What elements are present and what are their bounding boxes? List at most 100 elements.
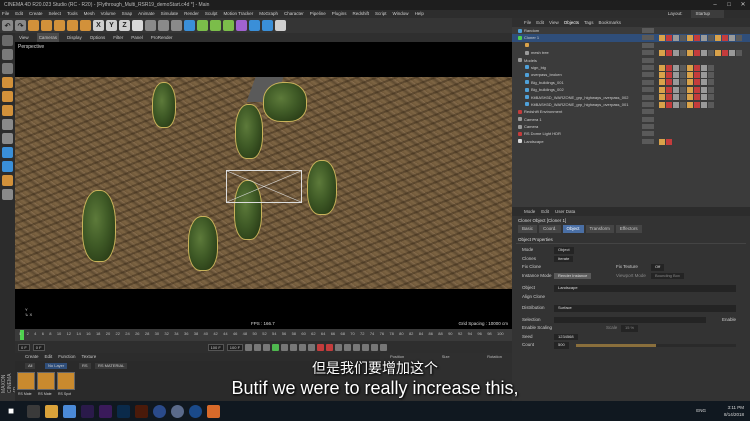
material-filter-rs-material[interactable]: RS MATERIAL <box>95 363 128 369</box>
tag-icon[interactable] <box>679 79 686 86</box>
viewport-menu-cameras[interactable]: Cameras <box>36 33 59 42</box>
menu-render[interactable]: Render <box>184 10 199 18</box>
record-icon[interactable] <box>317 343 325 351</box>
object-name[interactable]: Big_buildings_001 <box>531 79 564 86</box>
object-name[interactable]: overpass_broken <box>531 71 562 78</box>
next-frame-icon[interactable] <box>281 343 289 351</box>
visibility-flags-icon[interactable] <box>642 94 654 100</box>
visibility-flags-icon[interactable] <box>642 72 654 78</box>
tag-icon[interactable] <box>735 49 742 56</box>
tag-icon[interactable] <box>693 94 700 101</box>
material-menu-texture[interactable]: Texture <box>82 353 97 361</box>
object-row[interactable]: KitBASH3D_WARZONE_grp_highways_overpass_… <box>512 101 750 108</box>
distribution-dropdown[interactable]: Surface <box>554 305 736 312</box>
menu-motion-tracker[interactable]: Motion Tracker <box>223 10 253 18</box>
tag-icon[interactable] <box>707 49 714 56</box>
solo-icon[interactable] <box>2 189 13 200</box>
object-name[interactable]: RS Dome Light HDR <box>524 130 561 137</box>
object-name[interactable]: Big_buildings_002 <box>531 86 564 93</box>
tag-icon[interactable] <box>672 79 679 86</box>
object-row[interactable]: Big_buildings_002 <box>512 86 750 93</box>
menu-create[interactable]: Create <box>29 10 43 18</box>
tag-icon[interactable] <box>658 49 665 56</box>
attribute-menu-mode[interactable]: Mode <box>524 207 535 216</box>
tag-icon[interactable] <box>658 138 665 145</box>
attribute-menu-user-data[interactable]: User Data <box>555 207 575 216</box>
object-row[interactable]: Camera 1 <box>512 116 750 123</box>
fix-texture-dropdown[interactable]: Off <box>651 264 665 271</box>
tag-icon[interactable] <box>728 49 735 56</box>
tag-icon[interactable] <box>700 86 707 93</box>
menu-mesh[interactable]: Mesh <box>84 10 95 18</box>
tag-icon[interactable] <box>665 49 672 56</box>
material-menu-create[interactable]: Create <box>25 353 39 361</box>
tag-icon[interactable] <box>693 86 700 93</box>
tag-icon[interactable] <box>672 72 679 79</box>
tag-icon[interactable] <box>665 94 672 101</box>
object-row[interactable]: Big_buildings_001 <box>512 79 750 86</box>
object-name[interactable]: Redshift Environment <box>524 108 562 115</box>
tag-icon[interactable] <box>735 35 742 42</box>
menu-file[interactable]: File <box>2 10 9 18</box>
tag-icon[interactable] <box>665 64 672 71</box>
cube-icon[interactable] <box>184 20 195 31</box>
enable-scaling-label[interactable]: Enable Scaling <box>522 325 552 330</box>
tag-icon[interactable] <box>707 35 714 42</box>
cloner-icon[interactable] <box>223 20 234 31</box>
previous-frame-icon[interactable] <box>263 343 271 351</box>
object-name[interactable]: Models <box>524 57 537 64</box>
live-selection-icon[interactable] <box>28 20 39 31</box>
light-icon[interactable] <box>275 20 286 31</box>
object-row[interactable]: Redshift Environment <box>512 108 750 115</box>
menu-mograph[interactable]: MoGraph <box>259 10 278 18</box>
menu-script[interactable]: Script <box>375 10 387 18</box>
tab-object[interactable]: Object <box>562 225 584 233</box>
object-menu-edit[interactable]: Edit <box>536 18 544 27</box>
tab-effectors[interactable]: Effectors <box>615 225 642 233</box>
tag-icon[interactable] <box>700 101 707 108</box>
vlc-icon[interactable] <box>207 404 220 418</box>
tag-icon[interactable] <box>665 138 672 145</box>
x-axis-icon[interactable]: X <box>93 20 104 31</box>
tag-icon[interactable] <box>665 79 672 86</box>
tag-icon[interactable] <box>686 94 693 101</box>
object-menu-bookmarks[interactable]: Bookmarks <box>599 18 622 27</box>
count-slider[interactable] <box>576 344 736 347</box>
undo-icon[interactable]: ↶ <box>2 20 13 31</box>
tag-icon[interactable] <box>700 49 707 56</box>
chrome-icon[interactable] <box>63 404 76 418</box>
app-icon[interactable] <box>171 404 184 418</box>
menu-simulate[interactable]: Simulate <box>161 10 179 18</box>
tag-icon[interactable] <box>679 101 686 108</box>
menu-edit[interactable]: Edit <box>15 10 23 18</box>
tag-icon[interactable] <box>672 94 679 101</box>
keyframe-selection-icon[interactable] <box>335 343 343 351</box>
object-row[interactable]: mesh tree <box>512 49 750 56</box>
pla-key-icon[interactable] <box>380 343 388 351</box>
redo-icon[interactable]: ↷ <box>15 20 26 31</box>
instance-mode-dropdown[interactable]: Render Instance <box>554 272 592 279</box>
param-key-icon[interactable] <box>371 343 379 351</box>
menu-select[interactable]: Select <box>49 10 62 18</box>
visibility-flags-icon[interactable] <box>642 131 654 137</box>
menu-character[interactable]: Character <box>284 10 304 18</box>
object-row[interactable]: Cloner 1 <box>512 34 750 42</box>
tab-basic[interactable]: Basic <box>518 225 538 233</box>
tag-icon[interactable] <box>707 101 714 108</box>
rotation-key-icon[interactable] <box>362 343 370 351</box>
object-row[interactable]: sign_big <box>512 64 750 71</box>
camera-icon[interactable] <box>262 20 273 31</box>
move-icon[interactable] <box>41 20 52 31</box>
tag-icon[interactable] <box>700 79 707 86</box>
material-filter-nolayer[interactable]: No Layer <box>45 363 68 369</box>
viewport-menu-panel[interactable]: Panel <box>131 33 143 42</box>
play-icon[interactable] <box>272 343 280 351</box>
c4d-active-icon[interactable] <box>189 404 202 418</box>
viewport-menu-display[interactable]: Display <box>67 33 82 42</box>
photoshop-icon[interactable] <box>117 404 130 418</box>
tag-icon[interactable] <box>658 35 665 42</box>
rotate-icon[interactable] <box>67 20 78 31</box>
menu-pipeline[interactable]: Pipeline <box>310 10 326 18</box>
tag-icon[interactable] <box>679 64 686 71</box>
object-menu-tags[interactable]: Tags <box>584 18 594 27</box>
